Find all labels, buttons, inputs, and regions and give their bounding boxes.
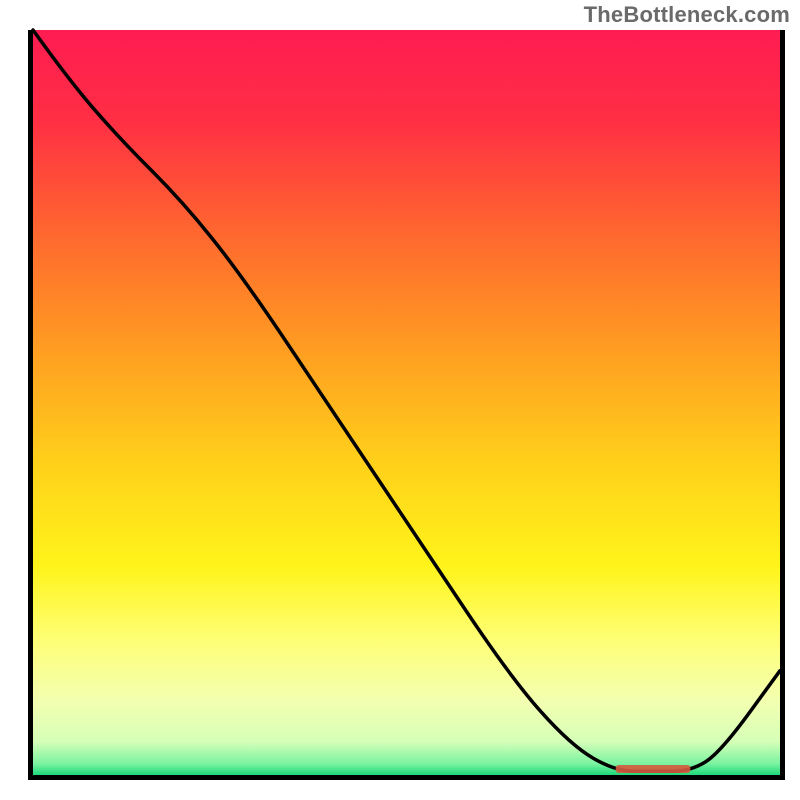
line-chart xyxy=(0,0,800,800)
chart-container: TheBottleneck.com xyxy=(0,0,800,800)
watermark-text: TheBottleneck.com xyxy=(584,2,790,28)
plot-background xyxy=(33,30,780,775)
marker-band xyxy=(616,765,691,773)
